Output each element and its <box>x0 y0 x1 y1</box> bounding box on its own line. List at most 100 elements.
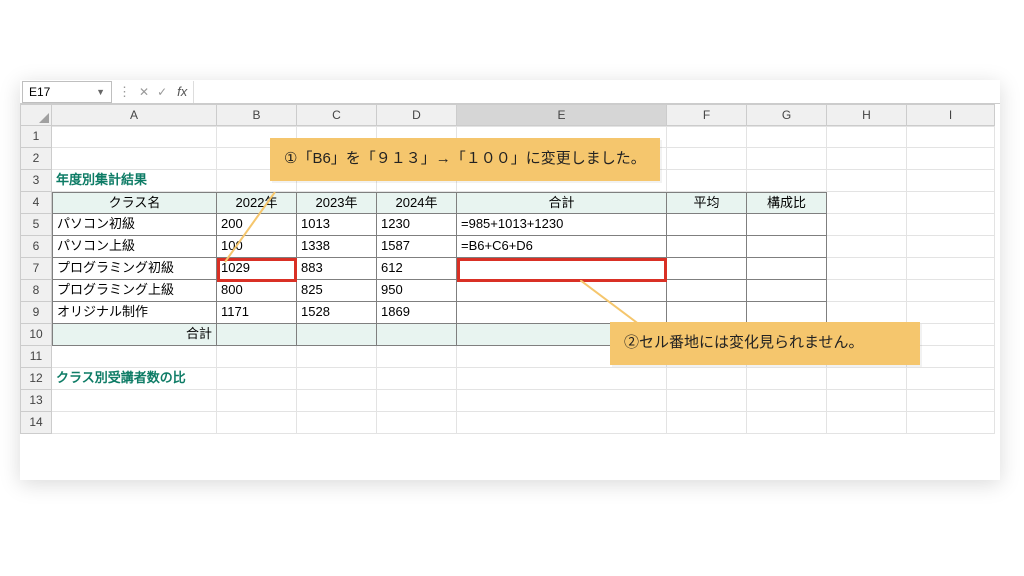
cell[interactable] <box>667 126 747 148</box>
col-header-F[interactable]: F <box>667 104 747 126</box>
table-cell[interactable] <box>667 236 747 258</box>
section-title[interactable]: クラス別受講者数の比 <box>52 368 217 390</box>
cell[interactable] <box>747 412 827 434</box>
enter-icon[interactable]: ✓ <box>153 85 171 99</box>
cell[interactable] <box>52 412 217 434</box>
cell[interactable] <box>52 148 217 170</box>
cell[interactable] <box>907 258 995 280</box>
table-cell[interactable] <box>457 258 667 280</box>
col-header-I[interactable]: I <box>907 104 995 126</box>
cell[interactable] <box>827 170 907 192</box>
table-cell[interactable] <box>297 324 377 346</box>
table-cell[interactable] <box>747 258 827 280</box>
table-cell[interactable]: 1869 <box>377 302 457 324</box>
row-header[interactable]: 7 <box>20 258 52 280</box>
row-header[interactable]: 13 <box>20 390 52 412</box>
table-cell[interactable]: 1171 <box>217 302 297 324</box>
cell[interactable] <box>907 302 995 324</box>
cell[interactable] <box>747 170 827 192</box>
table-cell[interactable] <box>747 214 827 236</box>
cell[interactable] <box>827 412 907 434</box>
col-header-D[interactable]: D <box>377 104 457 126</box>
fx-icon[interactable]: fx <box>171 84 193 99</box>
cell[interactable] <box>747 148 827 170</box>
cell[interactable] <box>217 412 297 434</box>
formula-input[interactable] <box>193 81 1000 103</box>
table-cell[interactable] <box>667 302 747 324</box>
row-header[interactable]: 3 <box>20 170 52 192</box>
table-cell[interactable]: 950 <box>377 280 457 302</box>
cell[interactable] <box>297 368 377 390</box>
cell[interactable] <box>907 236 995 258</box>
table-row-name[interactable]: パソコン上級 <box>52 236 217 258</box>
table-cell[interactable]: =B6+C6+D6 <box>457 236 667 258</box>
row-header[interactable]: 9 <box>20 302 52 324</box>
row-header[interactable]: 4 <box>20 192 52 214</box>
cell[interactable] <box>52 390 217 412</box>
cell[interactable] <box>457 390 667 412</box>
cell[interactable] <box>907 324 995 346</box>
col-header-H[interactable]: H <box>827 104 907 126</box>
cell[interactable] <box>907 126 995 148</box>
cell[interactable] <box>827 368 907 390</box>
chevron-down-icon[interactable]: ▼ <box>96 87 105 97</box>
row-header[interactable]: 11 <box>20 346 52 368</box>
cell[interactable] <box>907 390 995 412</box>
select-all-corner[interactable] <box>20 104 52 126</box>
cell[interactable] <box>747 368 827 390</box>
table-cell[interactable] <box>747 236 827 258</box>
cell[interactable] <box>907 368 995 390</box>
cell[interactable] <box>827 302 907 324</box>
table-cell[interactable]: 800 <box>217 280 297 302</box>
table-header[interactable]: クラス名 <box>52 192 217 214</box>
cell[interactable] <box>52 126 217 148</box>
col-header-B[interactable]: B <box>217 104 297 126</box>
table-cell[interactable]: =985+1013+1230 <box>457 214 667 236</box>
row-header[interactable]: 2 <box>20 148 52 170</box>
table-cell[interactable]: 883 <box>297 258 377 280</box>
cell[interactable] <box>297 412 377 434</box>
table-cell[interactable]: 1587 <box>377 236 457 258</box>
row-header[interactable]: 12 <box>20 368 52 390</box>
table-cell[interactable]: 1338 <box>297 236 377 258</box>
table-row-name[interactable]: プログラミング上級 <box>52 280 217 302</box>
section-title[interactable]: 年度別集計結果 <box>52 170 217 192</box>
cell[interactable] <box>457 368 667 390</box>
row-header[interactable]: 8 <box>20 280 52 302</box>
cell[interactable] <box>667 412 747 434</box>
cell[interactable] <box>907 170 995 192</box>
cell[interactable] <box>297 346 377 368</box>
cell[interactable] <box>827 214 907 236</box>
col-header-C[interactable]: C <box>297 104 377 126</box>
table-cell[interactable] <box>667 258 747 280</box>
table-cell[interactable]: 1013 <box>297 214 377 236</box>
cell[interactable] <box>457 412 667 434</box>
table-cell[interactable]: 1230 <box>377 214 457 236</box>
table-cell[interactable] <box>667 280 747 302</box>
table-row-name[interactable]: プログラミング初級 <box>52 258 217 280</box>
cell[interactable] <box>377 346 457 368</box>
cell[interactable] <box>667 170 747 192</box>
table-header[interactable]: 合計 <box>457 192 667 214</box>
cell[interactable] <box>667 390 747 412</box>
row-header[interactable]: 5 <box>20 214 52 236</box>
spreadsheet-grid[interactable]: A B C D E F G H I 1 2 3年度別集計結果 4 クラス名 20… <box>20 104 1000 434</box>
cell[interactable] <box>297 390 377 412</box>
cell[interactable] <box>907 346 995 368</box>
name-box[interactable]: E17 ▼ <box>22 81 112 103</box>
row-header[interactable]: 6 <box>20 236 52 258</box>
cell[interactable] <box>377 412 457 434</box>
cell[interactable] <box>747 390 827 412</box>
cell[interactable] <box>217 346 297 368</box>
cell[interactable] <box>52 346 217 368</box>
cell[interactable] <box>907 214 995 236</box>
col-header-A[interactable]: A <box>52 104 217 126</box>
grand-total-label[interactable]: 合計 <box>52 324 217 346</box>
table-cell[interactable] <box>217 324 297 346</box>
cell[interactable] <box>827 236 907 258</box>
cell[interactable] <box>667 148 747 170</box>
cell[interactable] <box>217 368 297 390</box>
col-header-G[interactable]: G <box>747 104 827 126</box>
row-header[interactable]: 1 <box>20 126 52 148</box>
table-cell[interactable] <box>747 280 827 302</box>
